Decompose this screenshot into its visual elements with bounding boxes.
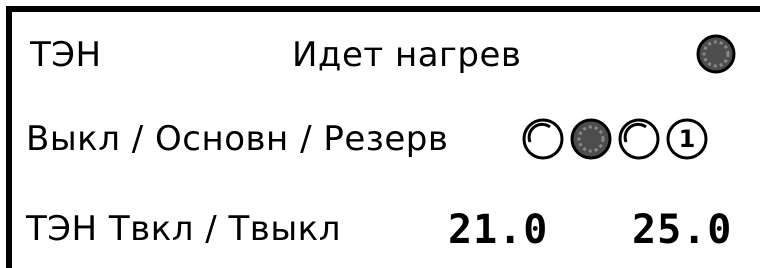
mode-off-radio-icon[interactable] [520,116,566,162]
mode-reserve-radio-icon[interactable] [616,116,662,162]
heater-label: ТЭН [30,35,102,75]
mode-main-radio-icon[interactable] [568,116,614,162]
temperature-label: ТЭН Твкл / Твыкл [26,209,341,249]
mode-label: Выкл / Основн / Резерв [26,119,449,159]
heating-indicator-icon [696,34,736,74]
heating-status-text: Идет нагрев [292,35,522,75]
heater-settings-panel: ТЭН Идет нагрев Выкл / Основн / Резерв 1… [6,6,760,268]
turn-on-temperature-value[interactable]: 21.0 [448,210,548,250]
circled-digit-icon: 1 [666,118,708,160]
circled-digit-text: 1 [679,125,696,153]
turn-off-temperature-value[interactable]: 25.0 [632,210,732,250]
